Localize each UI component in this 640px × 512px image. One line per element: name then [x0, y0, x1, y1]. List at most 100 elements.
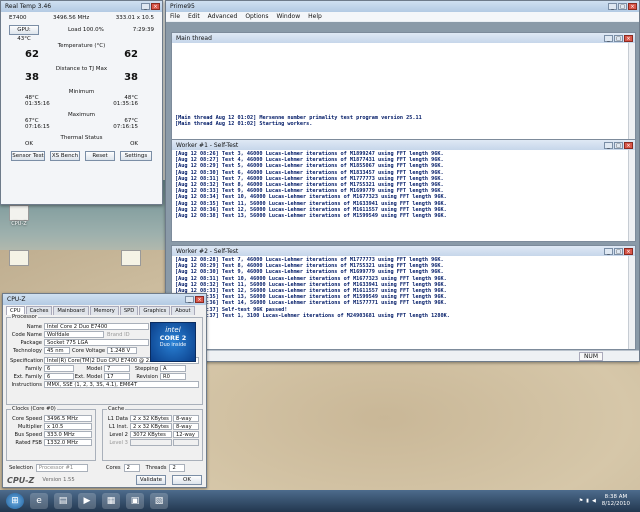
field-label: Technology	[12, 347, 42, 354]
maximum-time-row: 07:16:15 07:16:15	[1, 124, 162, 130]
reset-button[interactable]: Reset	[85, 151, 115, 161]
close-button[interactable]: ×	[624, 247, 633, 255]
selection-row: Selection Processor #1 Cores 2 Threads 2	[3, 463, 206, 473]
field-label: Stepping	[134, 365, 158, 372]
close-button[interactable]: ×	[151, 3, 160, 10]
ok-button[interactable]: OK	[172, 475, 202, 485]
intel-core2-logo: intel CORE 2 Duo inside	[150, 322, 196, 362]
ext-family: 6	[44, 373, 74, 380]
menu-advanced[interactable]: Advanced	[204, 13, 242, 20]
field-label: Cores	[105, 465, 121, 471]
cpuz-titlebar[interactable]: CPU-Z _ ×	[3, 294, 206, 305]
gpu-temp-button[interactable]: GPU: 43°C	[9, 25, 39, 42]
family: 6	[44, 365, 74, 372]
core0-temperature: 62	[25, 49, 39, 60]
mdi-area: Main thread _ □ × [Main thread Aug 12 01…	[166, 22, 639, 351]
tab-spd[interactable]: SPD	[119, 306, 139, 315]
prime95-titlebar[interactable]: Prime95 _ □ ×	[166, 1, 639, 12]
level2: 3072 KBytes	[130, 431, 172, 438]
validate-button[interactable]: Validate	[136, 475, 166, 485]
desktop-icon-cpuz[interactable]: CPU-Z	[6, 205, 32, 235]
minimize-button[interactable]: _	[604, 247, 613, 255]
xs-bench-button[interactable]: XS Bench	[50, 151, 80, 161]
maximize-button[interactable]: □	[614, 34, 623, 42]
menu-file[interactable]: File	[166, 13, 184, 20]
clock[interactable]: 8:38 AM 8/12/2010	[596, 494, 640, 508]
field-label: Package	[20, 339, 42, 346]
l1-data-ways: 8-way	[173, 415, 199, 422]
flag-icon[interactable]: ⚑	[579, 498, 583, 504]
uptime-clock: 7:29:39	[132, 27, 154, 33]
menu-window[interactable]: Window	[272, 13, 304, 20]
subwindow-titlebar[interactable]: Worker #2 - Self-Test _ □ ×	[172, 246, 635, 256]
tab-mainboard[interactable]: Mainboard	[53, 306, 89, 315]
core1-maximum-time: 07:16:15	[113, 124, 138, 130]
close-button[interactable]: ×	[624, 141, 633, 149]
cpu-load: Load 100.0%	[67, 27, 104, 33]
cpuz-task-icon[interactable]: ▧	[150, 493, 168, 509]
close-button[interactable]: ×	[195, 296, 204, 303]
settings-button[interactable]: Settings	[120, 151, 152, 161]
menu-edit[interactable]: Edit	[184, 13, 204, 20]
field-label: Model	[86, 365, 102, 372]
internet-explorer-icon[interactable]: e	[30, 493, 48, 509]
prime95-task-icon[interactable]: ▣	[126, 493, 144, 509]
technology: 45 nm	[44, 347, 70, 354]
realtemp-titlebar[interactable]: Real Temp 3.46 _ ×	[1, 1, 162, 12]
scrollbar[interactable]	[628, 150, 635, 241]
field-label: Multiplier	[17, 423, 42, 430]
file-explorer-icon[interactable]: ▤	[54, 493, 72, 509]
minimize-button[interactable]: _	[604, 141, 613, 149]
num-lock-indicator: NUM	[578, 352, 603, 361]
status-bar: NUM	[166, 350, 639, 361]
processor-group: Processor Name Intel Core 2 Duo E7400 Cod…	[6, 314, 203, 405]
maximize-button[interactable]: □	[614, 141, 623, 149]
desktop-icon-folder[interactable]	[6, 250, 32, 280]
minimize-button[interactable]: _	[604, 34, 613, 42]
field-label: Level 3	[109, 439, 128, 446]
core1-temperature: 62	[124, 49, 138, 60]
tab-about[interactable]: About	[171, 306, 195, 315]
field-label: Level 2	[109, 431, 128, 438]
media-player-icon[interactable]: ▶	[78, 493, 96, 509]
clock-time: 8:38 AM	[604, 494, 628, 500]
load-row: GPU: 43°C Load 100.0% 7:29:39	[1, 25, 162, 42]
tab-graphics[interactable]: Graphics	[139, 306, 171, 315]
close-button[interactable]: ×	[624, 34, 633, 42]
subwindow-titlebar[interactable]: Worker #1 - Self-Test _ □ ×	[172, 140, 635, 150]
field-label: Core Speed	[12, 415, 42, 422]
network-icon[interactable]: ▮	[586, 498, 589, 504]
maximize-button[interactable]: □	[618, 3, 627, 10]
menu-options[interactable]: Options	[241, 13, 272, 20]
field-label: Instructions	[11, 381, 42, 388]
worker2-log: [Aug 12 08:28] Test 7, 46000 Lucas-Lehme…	[172, 256, 635, 320]
desktop-icon-folder-2[interactable]	[118, 250, 144, 280]
scrollbar[interactable]	[628, 43, 635, 143]
core1-distance: 38	[124, 72, 138, 83]
main-thread-log: [Main thread Aug 12 01:02] Mersenne numb…	[172, 114, 635, 128]
cpu-frequency: 3496.56 MHz	[52, 15, 90, 21]
menu-bar: File Edit Advanced Options Window Help	[166, 12, 639, 21]
maximize-button[interactable]: □	[614, 247, 623, 255]
field-label: Selection	[9, 465, 33, 471]
lower-groups: Clocks (Core #0) Core Speed 3496.5 MHz Mu…	[3, 406, 206, 463]
system-tray: ⚑ ▮ ◀	[579, 498, 596, 504]
tab-memory[interactable]: Memory	[89, 306, 119, 315]
minimize-button[interactable]: _	[608, 3, 617, 10]
threads-count: 2	[169, 464, 186, 472]
minimize-button[interactable]: _	[141, 3, 150, 10]
start-button[interactable]: ⊞	[6, 493, 24, 509]
sensor-test-button[interactable]: Sensor Test	[11, 151, 45, 161]
log-line: [Aug 12 08:38] Test 13, 56000 Lucas-Lehm…	[175, 213, 447, 220]
processor-select[interactable]: Processor #1	[35, 464, 88, 472]
field-label: Ext. Family	[13, 373, 42, 380]
realtemp-buttons: Sensor Test XS Bench Reset Settings	[1, 147, 162, 161]
minimize-button[interactable]: _	[185, 296, 194, 303]
subwindow-titlebar[interactable]: Main thread _ □ ×	[172, 33, 635, 43]
core0-distance: 38	[25, 72, 39, 83]
scrollbar[interactable]	[628, 256, 635, 349]
realtemp-task-icon[interactable]: ▦	[102, 493, 120, 509]
field-label: Core Voltage	[72, 347, 106, 354]
menu-help[interactable]: Help	[304, 13, 326, 20]
close-button[interactable]: ×	[628, 3, 637, 10]
